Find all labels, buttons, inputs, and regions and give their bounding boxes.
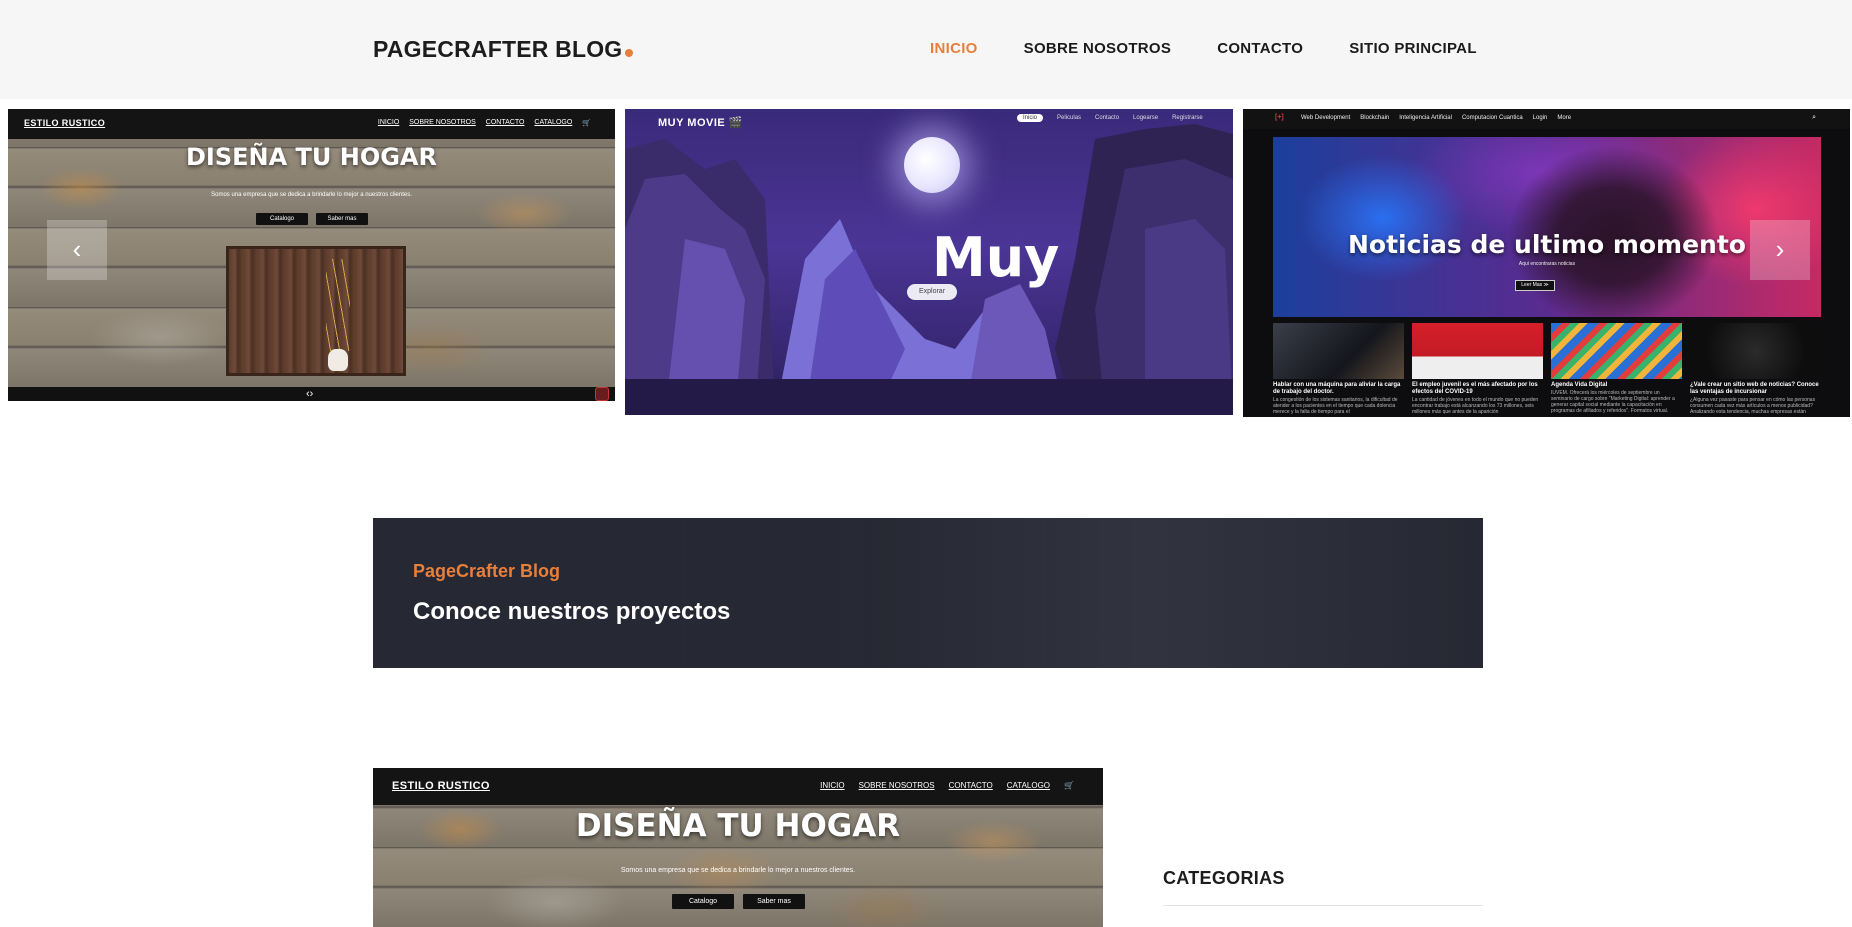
rustic-nav-contacto: CONTACTO: [485, 119, 525, 126]
news-card-title: Agenda Vida Digital: [1551, 382, 1608, 388]
banner-title: Conoce nuestros proyectos: [413, 598, 731, 625]
news-card: ¿Vale crear un sitio web de noticias? Co…: [1690, 323, 1821, 415]
carousel-slide-muy-movie[interactable]: MUY MOVIE 🎬 Inicio Peliculas Contacto Lo…: [625, 109, 1233, 415]
news-card-title: Hablar con una máquina para aliviar la c…: [1273, 382, 1401, 395]
post-catalogo-button: Catalogo: [672, 894, 734, 909]
news-card: El empleo juvenil es el más afectado por…: [1412, 323, 1543, 415]
cart-icon: 🛒: [582, 120, 591, 127]
explorar-button: Explorar: [907, 284, 957, 300]
rustic-hero-title: DISEÑA TU HOGAR: [185, 143, 437, 171]
news-card-thumb: [1412, 323, 1543, 379]
rustic-catalogo-button: Catalogo: [256, 213, 308, 225]
movie-nav-peliculas: Peliculas: [1057, 115, 1082, 121]
post-hero-title: DISEÑA TU HOGAR: [575, 808, 901, 844]
news-nav-ia: Inteligencia Artificial: [1399, 115, 1452, 121]
code-brackets-icon: ‹›: [306, 388, 314, 400]
news-card-title: ¿Vale crear un sitio web de noticias? Co…: [1690, 382, 1819, 395]
carousel-slide-estilo-rustico[interactable]: ESTILO RUSTICO INICIO SOBRE NOSOTROS CON…: [8, 109, 615, 401]
nav-sitio-principal[interactable]: SITIO PRINCIPAL: [1349, 40, 1477, 57]
news-nav-more: More: [1557, 115, 1572, 121]
dried-flowers-image: [326, 259, 350, 351]
rustic-nav-inicio: INICIO: [377, 119, 400, 126]
movie-nav-logearse: Logearse: [1133, 115, 1159, 121]
post-rustic-brand: ESTILO RUSTICO: [392, 780, 490, 792]
carousel-next-button[interactable]: ›: [1750, 220, 1810, 280]
rustic-hero-subtitle: Somos una empresa que se dedica a brinda…: [211, 192, 412, 198]
canyon-illustration: [625, 124, 1233, 415]
projects-banner: PageCrafter Blog Conoce nuestros proyect…: [373, 518, 1483, 668]
news-card-thumb: [1690, 323, 1821, 379]
banner-kicker: PageCrafter Blog: [413, 561, 561, 581]
main-nav: INICIO SOBRE NOSOTROS CONTACTO SITIO PRI…: [930, 40, 1477, 57]
movie-nav-inicio: Inicio: [1017, 114, 1044, 122]
rustic-saber-mas-button: Saber mas: [316, 213, 368, 225]
cart-icon: 🛒: [1064, 781, 1074, 790]
news-hero-image: Noticias de ultimo momento Aqui encontra…: [1273, 137, 1821, 317]
news-card-text: ¿Alguna vez pasaste para pensar en cómo …: [1690, 397, 1816, 415]
movie-nav: Inicio Peliculas Contacto Logearse Regis…: [1017, 114, 1203, 122]
chat-icon: [595, 387, 609, 401]
news-hero-subtitle: Aqui encontraras noticias: [1518, 261, 1576, 267]
news-nav-login: Login: [1532, 115, 1548, 121]
news-nav-blockchain: Blockchain: [1360, 115, 1390, 121]
rustic-nav: INICIO SOBRE NOSOTROS CONTACTO CATALOGO …: [378, 119, 591, 127]
vase-image: [328, 349, 348, 371]
news-card-thumb: [1551, 323, 1682, 379]
news-hero-title: Noticias de ultimo momento: [1348, 230, 1746, 259]
news-nav: Web Development Blockchain Inteligencia …: [1301, 115, 1571, 121]
movie-nav-contacto: Contacto: [1095, 115, 1120, 121]
sidebar-divider: [1163, 905, 1483, 906]
news-card-text: La cantidad de jóvenes en todo el mundo …: [1412, 397, 1539, 415]
logo-dot: [625, 49, 634, 57]
carousel-slide-noticias[interactable]: [+] Web Development Blockchain Inteligen…: [1243, 109, 1850, 417]
movie-nav-registrarse: Registrarse: [1172, 115, 1203, 121]
post-rustic-nav: INICIO SOBRE NOSOTROS CONTACTO CATALOGO …: [820, 781, 1074, 790]
post-saber-mas-button: Saber mas: [743, 894, 805, 909]
carousel-prev-button[interactable]: ‹: [47, 220, 107, 280]
site-logo-text: PAGECRAFTER BLOG: [373, 36, 623, 62]
news-card-text: La congestión de los sistemas sanitarios…: [1273, 397, 1398, 415]
post-nav-catalogo: CATALOGO: [1006, 781, 1051, 790]
rustic-nav-catalogo: CATALOGO: [534, 119, 573, 126]
chevron-left-icon: ‹: [72, 234, 82, 264]
post-rustic-navbar: ESTILO RUSTICO INICIO SOBRE NOSOTROS CON…: [373, 768, 1103, 805]
news-card-thumb: [1273, 323, 1404, 379]
news-card: Agenda Vida Digital IUVEM. Ofrecerá los …: [1551, 323, 1682, 414]
chevron-right-icon: ›: [1775, 234, 1785, 264]
news-card-text: IUVEM. Ofrecerá los miércoles de septiem…: [1551, 390, 1675, 414]
news-nav-cuantica: Computacion Cuantica: [1461, 115, 1523, 121]
rustic-footer-bar: ‹›: [8, 387, 615, 401]
rustic-brand: ESTILO RUSTICO: [24, 118, 106, 128]
nav-sobre-nosotros[interactable]: SOBRE NOSOTROS: [1024, 40, 1172, 57]
post-nav-inicio: INICIO: [820, 781, 845, 790]
post-nav-contacto: CONTACTO: [948, 781, 993, 790]
rustic-navbar: ESTILO RUSTICO INICIO SOBRE NOSOTROS CON…: [8, 109, 615, 139]
post-nav-sobre: SOBRE NOSOTROS: [858, 781, 935, 790]
movie-hero-title: Muy: [932, 226, 1060, 289]
search-icon: ⌕: [1812, 114, 1816, 121]
nav-contacto[interactable]: CONTACTO: [1217, 40, 1303, 57]
wood-frame-image: [226, 246, 406, 376]
movie-brand: MUY MOVIE 🎬: [658, 117, 744, 129]
news-navbar: [+] Web Development Blockchain Inteligen…: [1243, 109, 1850, 129]
nav-inicio[interactable]: INICIO: [930, 40, 978, 57]
site-header: PAGECRAFTER BLOG INICIO SOBRE NOSOTROS C…: [0, 0, 1852, 99]
news-card-title: El empleo juvenil es el más afectado por…: [1412, 382, 1538, 395]
news-nav-web: Web Development: [1301, 115, 1351, 121]
news-logo: [+]: [1275, 114, 1284, 121]
site-logo[interactable]: PAGECRAFTER BLOG: [373, 36, 634, 63]
leer-mas-button: Leer Mas ≫: [1515, 280, 1555, 291]
post-hero-subtitle: Somos una empresa que se dedica a brinda…: [620, 867, 856, 874]
post-preview-image[interactable]: ESTILO RUSTICO INICIO SOBRE NOSOTROS CON…: [373, 768, 1103, 927]
news-card: Hablar con una máquina para aliviar la c…: [1273, 323, 1404, 415]
rustic-nav-sobre: SOBRE NOSOTROS: [409, 119, 476, 126]
sidebar-categorias-title: CATEGORIAS: [1163, 868, 1285, 888]
